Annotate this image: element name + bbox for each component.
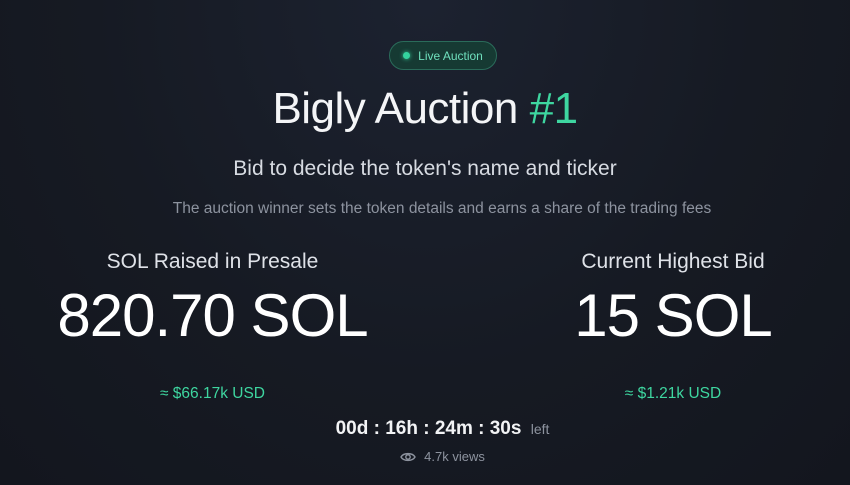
live-auction-label: Live Auction: [418, 48, 483, 63]
highest-bid-label: Current Highest Bid: [581, 250, 765, 273]
views-counter: 4.7k views: [0, 449, 850, 464]
views-count: 4.7k views: [424, 449, 485, 464]
countdown-time: 00d : 16h : 24m : 30s: [335, 418, 522, 439]
presale-value: 820.70 SOL: [57, 282, 368, 349]
auction-number: #1: [529, 84, 578, 133]
page-description: The auction winner sets the token detail…: [172, 200, 712, 217]
live-auction-badge: Live Auction: [389, 41, 497, 70]
highest-bid-stat: Current Highest Bid 15 SOL ≈ $1.21k USD: [518, 250, 828, 403]
live-status-dot: [403, 52, 411, 59]
presale-usd: ≈ $66.17k USD: [159, 385, 265, 402]
countdown-suffix: left: [530, 421, 550, 437]
presale-label: SOL Raised in Presale: [106, 250, 319, 273]
page-subtitle: Bid to decide the token's name and ticke…: [233, 157, 617, 180]
highest-bid-value: 15 SOL: [574, 282, 772, 349]
countdown-timer: 00d : 16h : 24m : 30s left: [0, 418, 850, 440]
highest-bid-usd: ≈ $1.21k USD: [624, 385, 722, 402]
page-title: Bigly Auction #1: [0, 84, 850, 134]
eye-icon: [400, 451, 416, 463]
title-text: Bigly Auction: [272, 84, 518, 133]
presale-stat: SOL Raised in Presale 820.70 SOL ≈ $66.1…: [40, 250, 385, 403]
